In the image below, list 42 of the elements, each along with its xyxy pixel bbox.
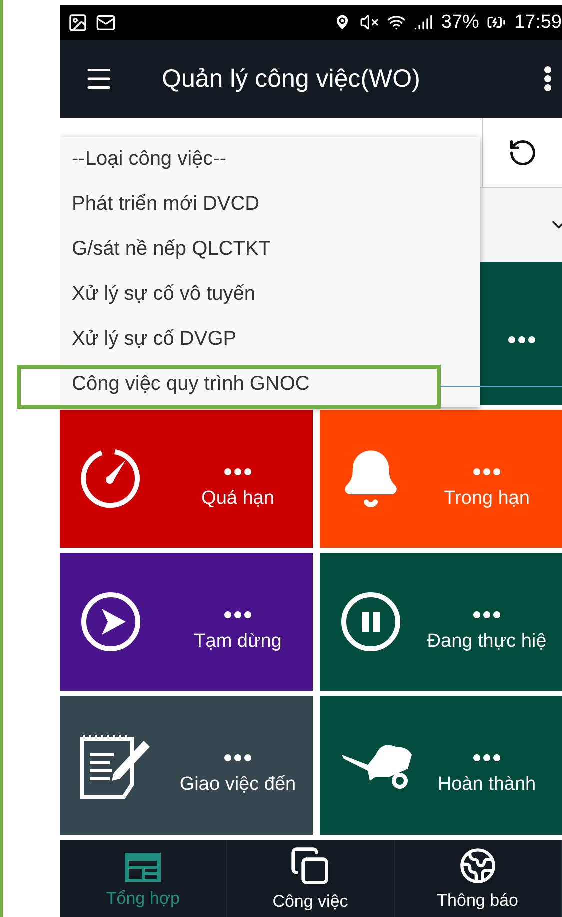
tile-label: Trong hạn: [444, 488, 530, 510]
more-dots-icon: [473, 468, 501, 476]
more-dots-icon: [224, 754, 252, 762]
globe-icon: [458, 846, 497, 884]
play-circle-icon: [80, 591, 142, 653]
gauge-icon: [80, 448, 142, 510]
dropdown-option[interactable]: G/sát nề nếp QLCTKT: [60, 227, 480, 272]
tile-label: Giao việc đến: [180, 774, 296, 796]
more-dots-icon: [224, 468, 252, 476]
dropdown-option[interactable]: Phát triển mới DVCD: [60, 182, 480, 227]
tile-label: Hoàn thành: [438, 774, 536, 796]
dropdown-option[interactable]: Xử lý sự cố vô tuyến: [60, 272, 480, 317]
notepad-pencil-icon: [80, 732, 152, 798]
nav-tab[interactable]: Thông báo: [394, 840, 562, 917]
status-tile[interactable]: Hoàn thành: [320, 696, 562, 835]
copy-icon: [290, 846, 330, 886]
more-dots-icon: [224, 611, 252, 619]
clock-time: 17:59: [514, 12, 562, 34]
pause-circle-icon: [340, 591, 402, 653]
status-tile[interactable]: Quá hạn: [60, 410, 313, 548]
mute-icon: [360, 13, 380, 32]
battery-level: 37%: [441, 12, 480, 34]
tile-label: Quá hạn: [202, 488, 274, 510]
dropdown-option[interactable]: Xử lý sự cố DVGP: [60, 317, 480, 362]
tile-label: Đang thực hiệ: [427, 631, 547, 653]
more-dots-icon: [473, 611, 501, 619]
more-dots-icon: [508, 336, 536, 344]
image-icon: [68, 12, 88, 32]
nav-tab[interactable]: Công việc: [227, 840, 395, 917]
wifi-icon: [387, 13, 406, 32]
tile-label: Tạm dừng: [194, 631, 282, 653]
status-tile[interactable]: Giao việc đến: [60, 696, 313, 835]
nav-tab[interactable]: Tổng hợp: [60, 840, 228, 917]
mail-icon: [96, 12, 116, 32]
status-tile[interactable]: Tạm dừng: [60, 553, 313, 691]
more-options-button[interactable]: [544, 66, 552, 92]
app-title: Quản lý công việc(WO): [162, 64, 420, 94]
more-dots-icon: [473, 754, 501, 762]
signal-icon: [414, 13, 434, 32]
more-vertical-icon: [544, 66, 552, 92]
status-tile[interactable]: Đang thực hiệ: [320, 553, 562, 691]
refresh-icon: [508, 138, 538, 168]
